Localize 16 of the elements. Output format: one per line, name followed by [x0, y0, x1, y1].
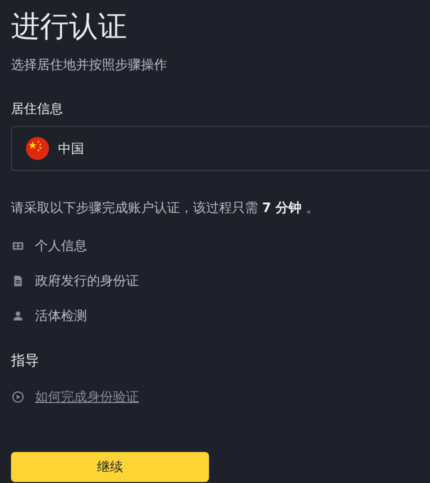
id-card-icon: [12, 240, 24, 252]
guide-link[interactable]: 如何完成身份验证: [35, 388, 139, 406]
flag-icon: [26, 137, 49, 160]
person-icon: [12, 310, 24, 322]
document-icon: [12, 275, 24, 287]
field-label: 居住信息: [11, 101, 64, 118]
section-heading: 指导: [11, 352, 40, 370]
page-title: 进行认证: [11, 8, 128, 45]
instruction-text: 请采取以下步骤完成账户认证，该过程只需 7 分钟 。: [11, 200, 320, 217]
play-icon: [12, 391, 24, 403]
step-label: 政府发行的身份证: [35, 273, 139, 290]
step-label: 活体检测: [35, 308, 87, 325]
subtitle: 选择居住地并按照步骤操作: [11, 57, 168, 74]
continue-button[interactable]: 继续: [11, 452, 209, 482]
step-label: 个人信息: [35, 238, 87, 255]
residence-select[interactable]: 中国: [11, 126, 430, 171]
